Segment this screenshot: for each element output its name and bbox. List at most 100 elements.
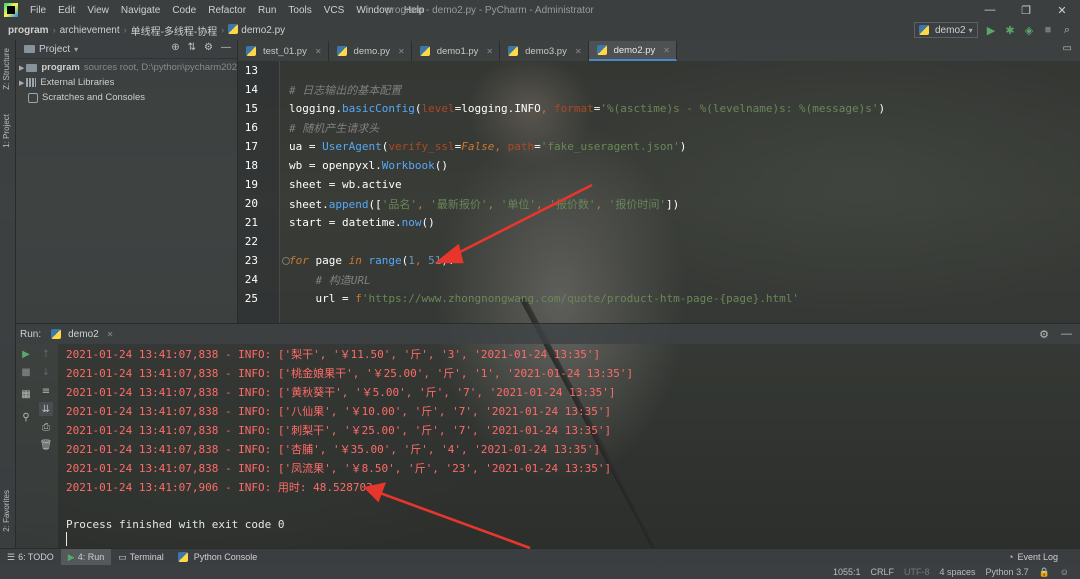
console-caret (66, 532, 67, 546)
close-icon[interactable]: ✕ (575, 47, 582, 56)
close-icon[interactable]: ✕ (663, 46, 670, 55)
coverage-icon[interactable]: ◈ (1022, 23, 1036, 37)
console-line-elapsed-time: 2021-01-24 13:41:07,906 - INFO: 用时: 48.5… (66, 480, 380, 494)
terminal-tool-button[interactable]: ▭ Terminal (111, 549, 171, 566)
restore-button[interactable]: ❐ (1008, 0, 1044, 20)
lock-icon[interactable]: 🔒 (1034, 567, 1055, 578)
menu-view[interactable]: View (81, 5, 115, 16)
menu-tools[interactable]: Tools (282, 5, 317, 16)
project-panel-title[interactable]: Project (39, 44, 70, 55)
run-configuration-select[interactable]: demo2 ▾ (914, 22, 978, 38)
tree-item-scratches[interactable]: Scratches and Consoles (16, 90, 237, 105)
code-line[interactable]: # 构造URL (238, 270, 1068, 289)
run-console[interactable]: 2021-01-24 13:41:07,838 - INFO: ['梨干', '… (58, 344, 1080, 548)
run-tab-demo2[interactable]: demo2 ✕ (51, 329, 113, 340)
code-line[interactable] (238, 232, 1068, 251)
rerun-icon[interactable]: ▶ (19, 347, 33, 361)
hide-icon[interactable]: — (221, 42, 231, 53)
code-line[interactable]: ua = UserAgent(verify_ssl=False, path='f… (238, 137, 1068, 156)
tree-item-external-libraries[interactable]: ▶ External Libraries (16, 75, 237, 90)
tab-demo1[interactable]: demo1.py ✕ (412, 41, 501, 61)
breadcrumb-archievement[interactable]: archievement (56, 25, 124, 36)
expand-arrow-icon[interactable]: ▶ (19, 64, 24, 72)
menu-refactor[interactable]: Refactor (202, 5, 252, 16)
python-console-tool-button[interactable]: Python Console (171, 549, 265, 566)
scroll-to-end-icon[interactable]: ⇊ (39, 402, 53, 416)
run-tool-button[interactable]: ▶ 4: Run (60, 548, 112, 566)
hide-icon[interactable]: — (1061, 328, 1072, 341)
code-line[interactable]: # 随机产生请求头 (238, 118, 1068, 137)
menu-navigate[interactable]: Navigate (115, 5, 166, 16)
caret-position[interactable]: 1055:1 (828, 567, 866, 577)
tab-list-icon[interactable]: ▭ (1063, 43, 1072, 54)
notifications-icon[interactable]: ☺ (1055, 567, 1074, 577)
chevron-down-icon[interactable]: ▾ (74, 45, 78, 54)
tree-item-program[interactable]: ▶ program sources root, D:\python\pychar… (16, 60, 237, 75)
python-file-icon (246, 46, 256, 56)
event-log-tool-button[interactable]: ◔ Event Log (1008, 552, 1058, 562)
python-file-icon (919, 25, 929, 35)
code-editor[interactable]: 13 14 15 16 17 18 19 20 21 22 23 24 25 #… (238, 61, 1080, 323)
structure-tool-tab[interactable]: Z: Structure (2, 48, 11, 90)
gear-icon[interactable]: ⚙ (1039, 328, 1049, 341)
expand-arrow-icon[interactable]: ▶ (19, 79, 24, 87)
project-tool-tab[interactable]: 1: Project (2, 114, 11, 148)
print-icon[interactable]: ⎙ (39, 420, 53, 434)
tab-test-01[interactable]: test_01.py ✕ (238, 41, 329, 61)
tab-demo3[interactable]: demo3.py ✕ (500, 41, 589, 61)
code-line[interactable]: logging.basicConfig(level=logging.INFO, … (238, 99, 1068, 118)
collapse-icon[interactable]: ⇅ (188, 42, 196, 53)
scroll-up-icon[interactable]: ↑ (39, 347, 53, 361)
project-panel: Project ▾ ⊕ ⇅ ⚙ — ▶ program sources root… (16, 40, 238, 323)
run-toolbar-top: ▶ ✱ ◈ ■ ⌕ (984, 22, 1074, 38)
library-icon (26, 78, 37, 87)
tab-label: demo3.py (525, 45, 567, 57)
console-line: 2021-01-24 13:41:07,838 - INFO: ['梨干', '… (66, 347, 601, 361)
python-interpreter[interactable]: Python 3.7 (981, 567, 1034, 577)
code-line[interactable] (238, 61, 1068, 80)
breadcrumb-folder[interactable]: 单线程-多线程-协程 (127, 23, 222, 38)
restore-layout-icon[interactable]: ▦ (19, 387, 33, 401)
code-text: # 日志输出的基本配置 (289, 83, 402, 97)
code-line[interactable]: sheet.append(['品名', '最新报价', '单位', '报价数',… (238, 194, 1068, 213)
debug-icon[interactable]: ✱ (1003, 23, 1017, 37)
file-encoding[interactable]: UTF-8 (899, 567, 935, 577)
run-icon[interactable]: ▶ (984, 23, 998, 37)
minimize-button[interactable]: — (972, 0, 1008, 20)
close-icon[interactable]: ✕ (398, 47, 405, 56)
tab-demo[interactable]: demo.py ✕ (329, 41, 412, 61)
scroll-down-icon[interactable]: ↓ (39, 365, 53, 379)
search-icon[interactable]: ⌕ (1060, 23, 1074, 37)
close-button[interactable]: ✕ (1044, 0, 1080, 20)
close-icon[interactable]: ✕ (315, 47, 322, 56)
stop-icon[interactable]: ■ (1041, 23, 1055, 37)
tab-demo2[interactable]: demo2.py ✕ (588, 41, 677, 61)
locate-icon[interactable]: ⊕ (171, 42, 179, 53)
close-icon[interactable]: ✕ (486, 47, 493, 56)
code-line[interactable]: sheet = wb.active (238, 175, 1068, 194)
menu-file[interactable]: File (24, 5, 52, 16)
menu-code[interactable]: Code (166, 5, 202, 16)
close-icon[interactable]: ✕ (107, 330, 114, 339)
editor-tab-bar: test_01.py ✕ demo.py ✕ demo1.py ✕ demo3.… (238, 40, 1080, 61)
console-line-exit-code: Process finished with exit code 0 (66, 518, 285, 531)
stop-icon[interactable]: ■ (19, 365, 33, 379)
code-line[interactable]: start = datetime.now() (238, 213, 1068, 232)
pin-icon[interactable]: ⚲ (19, 410, 33, 424)
code-line[interactable]: wb = openpyxl.Workbook() (238, 156, 1068, 175)
todo-tool-button[interactable]: ☰ 6: TODO (0, 549, 61, 566)
favorites-tool-tab[interactable]: 2: Favorites (2, 490, 11, 532)
code-line[interactable]: url = f'https://www.zhongnongwang.com/qu… (238, 289, 1068, 308)
code-line[interactable]: for page in range(1, 51): (238, 251, 1068, 270)
line-separator[interactable]: CRLF (866, 567, 900, 577)
menu-vcs[interactable]: VCS (318, 5, 351, 16)
trash-icon[interactable]: 🗑 (39, 438, 53, 452)
breadcrumb-program[interactable]: program (0, 25, 53, 36)
menu-edit[interactable]: Edit (52, 5, 81, 16)
code-line[interactable]: # 日志输出的基本配置 (238, 80, 1068, 99)
breadcrumb-file[interactable]: demo2.py (224, 24, 289, 36)
soft-wrap-icon[interactable]: ≡ (39, 384, 53, 398)
gear-icon[interactable]: ⚙ (204, 42, 213, 53)
menu-run[interactable]: Run (252, 5, 282, 16)
indent-setting[interactable]: 4 spaces (935, 567, 981, 577)
